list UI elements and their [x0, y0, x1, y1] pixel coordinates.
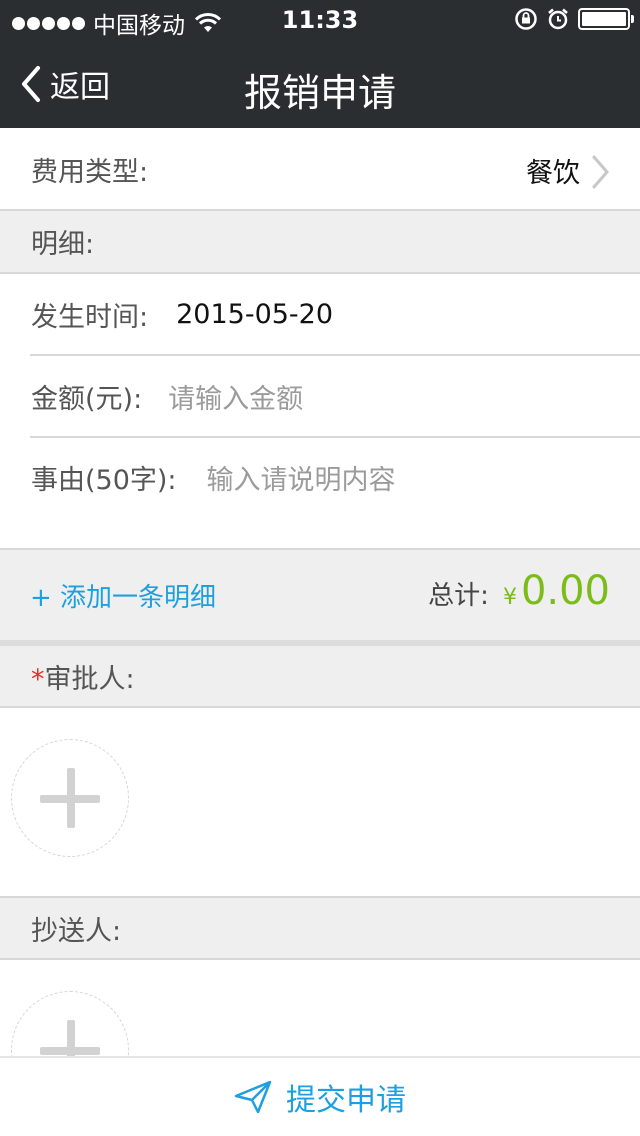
amount-label: 金额(元): [31, 383, 143, 415]
reason-label: 事由(50字): [31, 465, 177, 496]
cc-section-header: 抄送人: [0, 898, 640, 958]
date-row[interactable]: 发生时间: 2015-05-20 [0, 274, 640, 354]
alarm-icon [548, 8, 568, 30]
page-title: 报销申请 [243, 71, 396, 115]
top-bar: 中国移动 11:33 返回 报销申请 [0, 0, 640, 128]
date-value: 2015-05-20 [176, 298, 334, 330]
submit-label: 提交申请 [286, 1083, 406, 1118]
navigation-bar: 返回 报销申请 [0, 40, 640, 128]
approver-label-text: 审批人: [44, 663, 135, 695]
add-icon-vertical [67, 1020, 75, 1056]
chevron-right-icon [592, 155, 609, 189]
currency-symbol: ¥ [502, 585, 517, 610]
expense-type-row[interactable]: 费用类型: 餐饮 [0, 128, 640, 210]
status-bar: 中国移动 11:33 [0, 0, 640, 40]
amount-input[interactable]: 请输入金额 [168, 377, 303, 416]
approver-section-header: *审批人: [0, 646, 640, 706]
date-label: 发生时间: [31, 301, 149, 333]
required-mark: * [31, 663, 45, 695]
approver-area [0, 708, 640, 896]
total-value: 0.00 [520, 568, 610, 614]
add-cc-button[interactable] [11, 991, 129, 1056]
detail-section-header: 明细: [0, 211, 640, 272]
cc-area [0, 960, 640, 1056]
battery-icon [578, 8, 634, 30]
expense-type-label: 费用类型: [31, 156, 149, 188]
reason-input[interactable]: 输入请说明内容 [207, 458, 396, 497]
status-right [514, 7, 634, 31]
detail-section-label: 明细: [31, 229, 95, 260]
expense-type-value: 餐饮 [526, 158, 580, 189]
total-display: 总计: ¥ 0.00 [428, 568, 610, 614]
total-label: 总计: [428, 581, 489, 611]
cc-label: 抄送人: [31, 915, 122, 947]
submit-button[interactable]: 提交申请 [0, 1056, 640, 1136]
reason-row: 事由(50字): 输入请说明内容 [0, 438, 640, 548]
approver-label: *审批人: [31, 657, 135, 696]
send-icon [234, 1080, 272, 1114]
add-approver-button[interactable] [11, 739, 129, 857]
add-icon-vertical [67, 768, 75, 828]
amount-row: 金额(元): 请输入金额 [0, 356, 640, 436]
add-detail-button[interactable]: + 添加一条明细 [30, 577, 216, 614]
rotation-lock-icon [515, 8, 537, 30]
summary-bar: + 添加一条明细 总计: ¥ 0.00 [0, 550, 640, 640]
